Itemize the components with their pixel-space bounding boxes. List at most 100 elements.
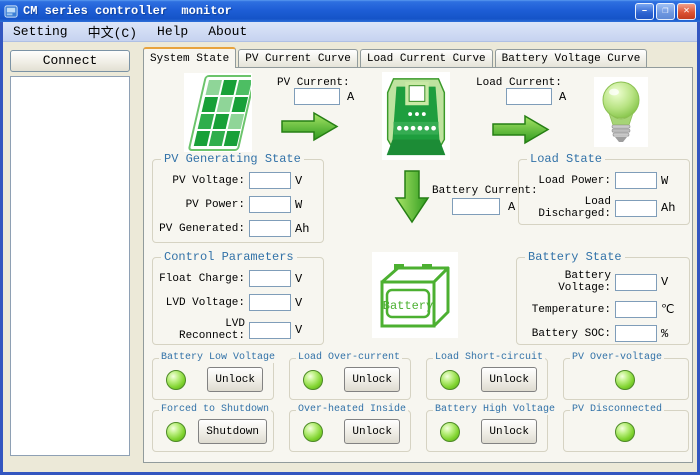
alarm-title: Battery High Voltage (433, 404, 557, 415)
arrow-right-pv-icon (281, 110, 339, 143)
float-charge-unit: V (295, 272, 317, 286)
alarm-load-over-current: Load Over-current Unlock (289, 358, 411, 400)
lvd-reconnect-field[interactable] (249, 322, 291, 339)
temperature-unit: ℃ (661, 302, 683, 317)
window-title: CM series controller monitor (23, 4, 635, 18)
controller-icon (382, 72, 450, 160)
group-control-parameters: Control Parameters Float Charge:V LVD Vo… (152, 257, 324, 345)
pv-voltage-unit: V (295, 174, 317, 188)
system-state-panel: PV Current: A (143, 67, 693, 463)
forced-to-shutdown-led-icon (166, 422, 186, 442)
alarm-battery-high-voltage: Battery High Voltage Unlock (426, 410, 548, 452)
maximize-button-icon[interactable]: ❐ (656, 3, 675, 20)
pv-power-label: PV Power: (186, 199, 245, 211)
window-body: Setting 中文(C) Help About Connect System … (0, 22, 700, 475)
window-controls: – ❐ ✕ (635, 3, 696, 20)
arrow-down-battery-icon (394, 170, 430, 224)
tab-bar: System State PV Current Curve Load Curre… (143, 47, 649, 68)
menu-about[interactable]: About (198, 23, 257, 40)
titlebar[interactable]: CM series controller monitor – ❐ ✕ (0, 0, 700, 22)
alarm-title: Over-heated Inside (296, 404, 408, 415)
menu-help[interactable]: Help (147, 23, 198, 40)
pv-power-unit: W (295, 198, 317, 212)
battery-low-voltage-unlock-button[interactable]: Unlock (207, 367, 263, 392)
battery-voltage-label: Battery Voltage: (517, 270, 611, 294)
pv-generated-field[interactable] (249, 220, 291, 237)
temperature-field[interactable] (615, 301, 657, 318)
load-current-field[interactable] (506, 88, 552, 105)
pv-voltage-field[interactable] (249, 172, 291, 189)
alarm-pv-over-voltage: PV Over-voltage (563, 358, 689, 400)
lvd-voltage-unit: V (295, 296, 317, 310)
load-short-circuit-unlock-button[interactable]: Unlock (481, 367, 537, 392)
group-battery-state: Battery State Battery Voltage:V Temperat… (516, 257, 690, 345)
light-bulb-icon (594, 77, 648, 147)
load-current-unit: A (559, 90, 566, 104)
battery-soc-label: Battery SOC: (532, 328, 611, 340)
alarm-battery-low-voltage: Battery Low Voltage Unlock (152, 358, 274, 400)
alarm-title: PV Disconnected (570, 404, 664, 415)
pv-generated-unit: Ah (295, 222, 317, 236)
load-over-current-unlock-button[interactable]: Unlock (344, 367, 400, 392)
battery-icon-label: Battery (383, 299, 433, 313)
battery-soc-unit: % (661, 327, 683, 341)
lvd-voltage-field[interactable] (249, 294, 291, 311)
menubar: Setting 中文(C) Help About (3, 22, 697, 42)
tab-pv-current-curve[interactable]: PV Current Curve (238, 49, 358, 68)
pv-current-field[interactable] (294, 88, 340, 105)
load-discharged-field[interactable] (615, 200, 657, 217)
tab-system-state[interactable]: System State (143, 47, 236, 68)
load-over-current-led-icon (303, 370, 323, 390)
forced-to-shutdown-shutdown-button[interactable]: Shutdown (198, 419, 267, 444)
alarm-title: Forced to Shutdown (159, 404, 271, 415)
pv-power-field[interactable] (249, 196, 291, 213)
tab-battery-voltage-curve[interactable]: Battery Voltage Curve (495, 49, 648, 68)
alarm-title: Load Short-circuit (433, 352, 545, 363)
group-title: Control Parameters (161, 250, 297, 264)
alarm-title: Load Over-current (296, 352, 402, 363)
menu-setting[interactable]: Setting (3, 23, 78, 40)
menu-language[interactable]: 中文(C) (78, 21, 147, 42)
pv-current-unit: A (347, 90, 354, 104)
minimize-button-icon[interactable]: – (635, 3, 654, 20)
load-power-field[interactable] (615, 172, 657, 189)
battery-voltage-unit: V (661, 275, 683, 289)
tab-load-current-curve[interactable]: Load Current Curve (360, 49, 493, 68)
battery-soc-field[interactable] (615, 325, 657, 342)
load-short-circuit-led-icon (440, 370, 460, 390)
arrow-right-load-icon (492, 113, 550, 146)
alarm-load-short-circuit: Load Short-circuit Unlock (426, 358, 548, 400)
battery-current-field[interactable] (452, 198, 500, 215)
load-power-unit: W (661, 174, 683, 188)
pv-over-voltage-led-icon (615, 370, 635, 390)
connect-button[interactable]: Connect (10, 50, 130, 72)
group-title: Load State (527, 152, 605, 166)
float-charge-field[interactable] (249, 270, 291, 287)
lvd-voltage-label: LVD Voltage: (166, 297, 245, 309)
pv-disconnected-led-icon (615, 422, 635, 442)
group-title: Battery State (525, 250, 625, 264)
battery-low-voltage-led-icon (166, 370, 186, 390)
load-power-label: Load Power: (538, 175, 611, 187)
load-discharged-label: Load Discharged: (519, 196, 611, 220)
alarm-title: PV Over-voltage (570, 352, 664, 363)
load-discharged-unit: Ah (661, 201, 683, 215)
battery-high-voltage-led-icon (440, 422, 460, 442)
app-window: CM series controller monitor – ❐ ✕ Setti… (0, 0, 700, 475)
solar-panel-icon (184, 73, 252, 156)
group-pv-generating-state: PV Generating State PV Voltage:V PV Powe… (152, 159, 324, 243)
temperature-label: Temperature: (532, 304, 611, 316)
battery-high-voltage-unlock-button[interactable]: Unlock (481, 419, 537, 444)
pv-voltage-label: PV Voltage: (172, 175, 245, 187)
battery-current-unit: A (508, 200, 515, 214)
alarm-pv-disconnected: PV Disconnected (563, 410, 689, 452)
app-icon (4, 4, 19, 19)
close-button-icon[interactable]: ✕ (677, 3, 696, 20)
over-heated-inside-unlock-button[interactable]: Unlock (344, 419, 400, 444)
lvd-reconnect-unit: V (295, 323, 317, 337)
lvd-reconnect-label: LVD Reconnect: (153, 318, 245, 342)
group-title: PV Generating State (161, 152, 304, 166)
message-list[interactable] (10, 76, 130, 456)
battery-voltage-field[interactable] (615, 274, 657, 291)
alarm-forced-to-shutdown: Forced to Shutdown Shutdown (152, 410, 274, 452)
